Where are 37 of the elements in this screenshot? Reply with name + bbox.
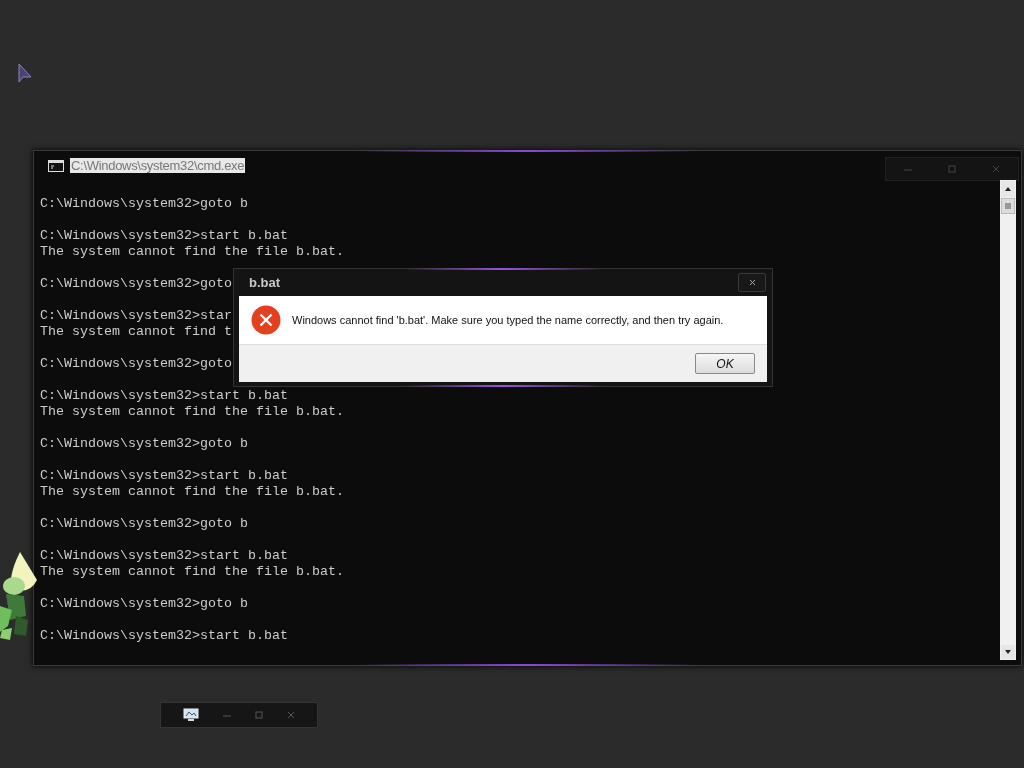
console-line: C:\Windows\system32>start b.bat (40, 468, 288, 484)
minimize-icon[interactable] (904, 166, 912, 171)
console-line: C:\Windows\system32>goto (40, 356, 232, 372)
console-line: C:\Windows\system32>start b.bat (40, 388, 288, 404)
console-line: The system cannot find the file b.bat. (40, 564, 344, 580)
console-line: The system cannot find the file b.bat. (40, 484, 344, 500)
console-line: C:\Windows\system32>start b.bat (40, 228, 288, 244)
console-icon (48, 159, 64, 172)
ok-button[interactable]: OK (695, 353, 755, 374)
console-line: C:\Windows\system32>start b.bat (40, 548, 288, 564)
console-line: C:\Windows\system32>goto b (40, 516, 248, 532)
scroll-thumb-icon[interactable] (1001, 198, 1015, 214)
console-line: C:\Windows\system32>start b.bat (40, 628, 288, 644)
maximize-icon[interactable] (255, 711, 263, 719)
close-icon (748, 279, 756, 286)
console-line: The system cannot find the file b.bat. (40, 404, 344, 420)
scroll-up-icon[interactable] (1001, 181, 1015, 197)
maximize-icon[interactable] (948, 164, 956, 173)
console-line: C:\Windows\system32>goto b (40, 196, 248, 212)
monitor-icon (183, 708, 199, 722)
console-line: C:\Windows\system32>star (40, 308, 232, 324)
close-button[interactable] (738, 273, 766, 292)
error-message: Windows cannot find 'b.bat'. Make sure you typed the name correctly, and then try again. (292, 314, 724, 326)
console-line: C:\Windows\system32>goto b (40, 436, 248, 452)
scrollbar[interactable] (1000, 180, 1016, 660)
console-line: C:\Windows\system32>goto b (40, 596, 248, 612)
console-line: C:\Windows\system32>goto (40, 276, 232, 292)
error-icon (251, 305, 281, 335)
dialog-title: b.bat (249, 275, 281, 290)
close-icon[interactable] (992, 164, 1000, 173)
mouse-pointer-icon (18, 63, 32, 83)
console-line: The system cannot find t (40, 324, 232, 340)
minimized-window[interactable] (160, 702, 318, 728)
scroll-down-icon[interactable] (1001, 645, 1015, 659)
console-line: The system cannot find the file b.bat. (40, 244, 344, 260)
close-icon[interactable] (287, 711, 295, 719)
window-title: C:\Windows\system32\cmd.exe (70, 158, 246, 173)
